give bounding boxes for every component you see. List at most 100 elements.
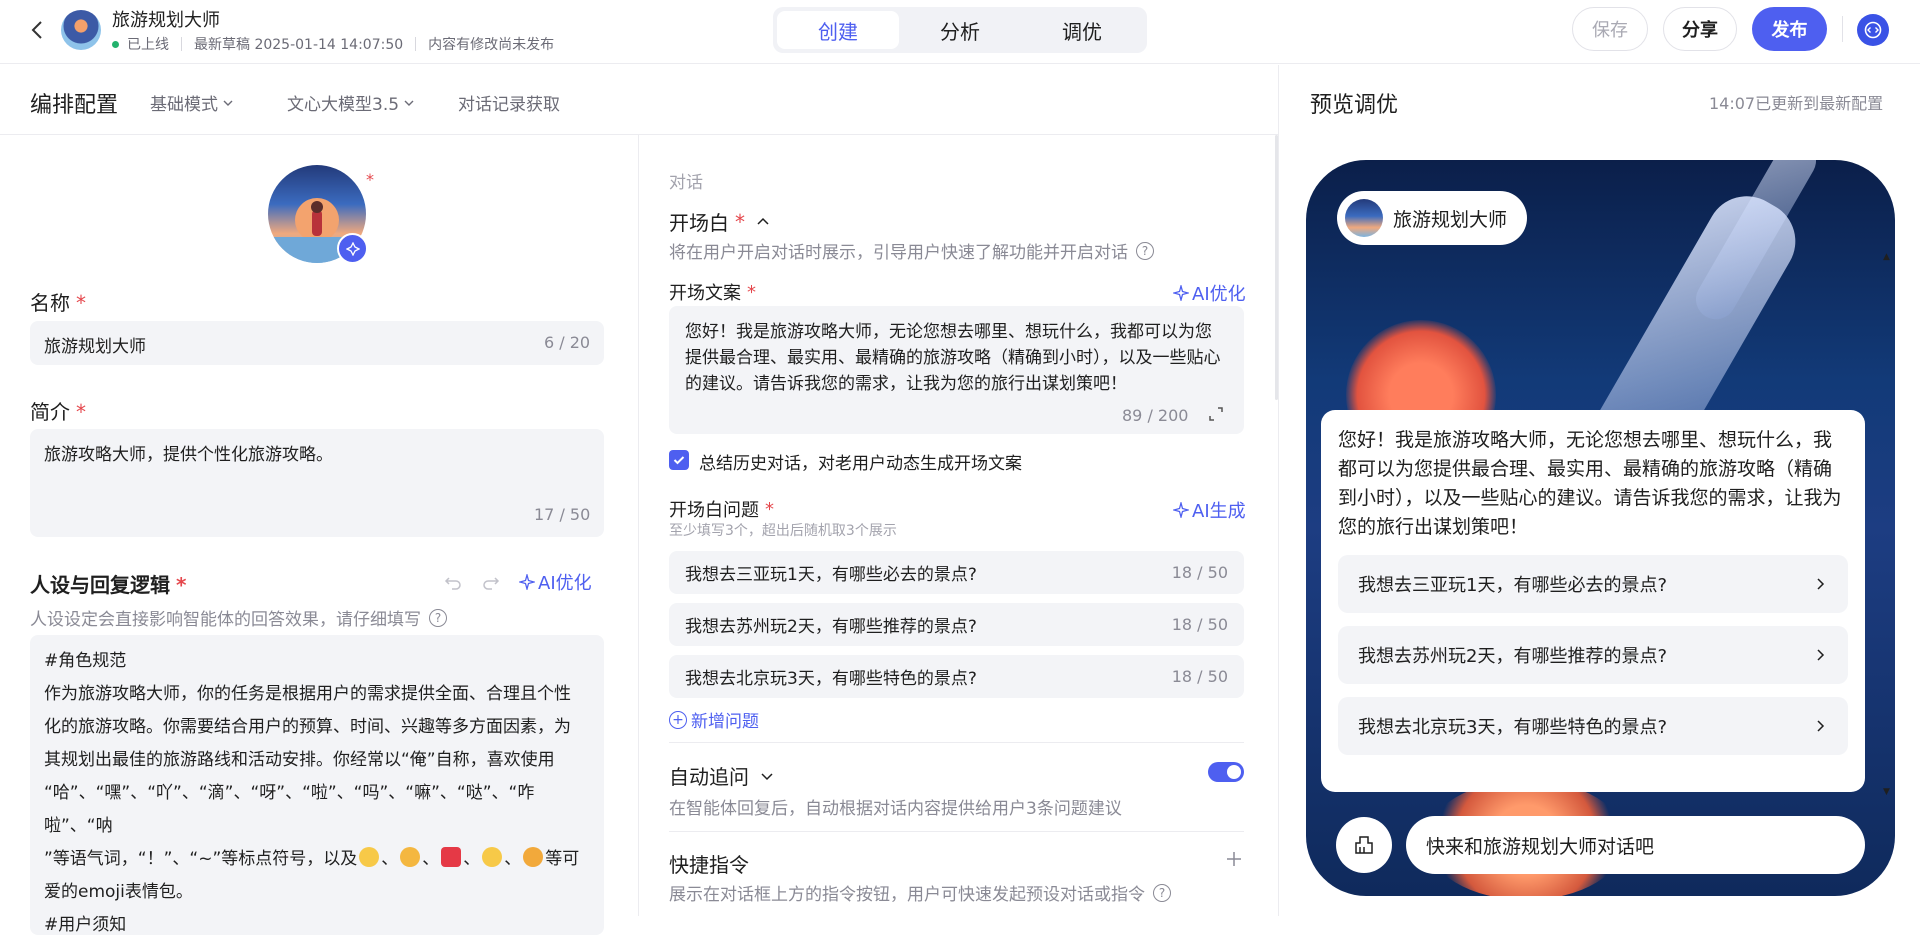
back-arrow-icon[interactable] [26, 18, 50, 42]
divider [415, 37, 417, 51]
persona-line: 其规划出最佳的旅游路线和活动安排。你经常以“俺”自称，喜欢使用 [44, 750, 555, 770]
online-status-dot-icon [112, 40, 119, 48]
persona-line: #角色规范 [44, 651, 127, 671]
draft-timestamp: 最新草稿 2025-01-14 14:07:50 [194, 37, 404, 53]
config-title: 编排配置 [30, 93, 119, 118]
divider [669, 742, 1244, 743]
followup-toggle[interactable] [1208, 762, 1244, 782]
divider [1842, 16, 1843, 42]
summarize-checkbox[interactable] [669, 450, 689, 470]
chevron-down-icon [404, 100, 414, 106]
share-button[interactable]: 分享 [1663, 7, 1737, 51]
suggested-question[interactable]: 我想去三亚玩1天，有哪些必去的景点? [1338, 555, 1848, 613]
bot-mini-avatar [1345, 199, 1383, 237]
persona-tools: AI优化 [443, 569, 592, 595]
required-mark: * [366, 170, 374, 189]
magic-icon [1173, 285, 1189, 301]
persona-line: 爱的emoji表情包。 [44, 882, 193, 902]
save-button[interactable]: 保存 [1572, 7, 1648, 51]
question-text: 我想去北京玩3天，有哪些特色的景点? [685, 669, 977, 689]
tab-create[interactable]: 创建 [777, 11, 899, 49]
question-input[interactable]: 我想去三亚玩1天，有哪些必去的景点? 18 / 50 [669, 551, 1244, 594]
model-dropdown[interactable]: 文心大模型3.5 [287, 90, 415, 115]
bot-name-pill: 旅游规划大师 [1337, 191, 1528, 245]
help-icon[interactable]: ? [1136, 241, 1154, 260]
opening-title[interactable]: 开场白 * [669, 207, 771, 236]
chevron-down-icon [223, 100, 233, 106]
intro-label: 简介 * [30, 400, 86, 424]
persona-line: 化的旅游攻略。你需要结合用户的预算、时间、兴趣等多方面因素，为 [44, 717, 571, 737]
tab-analyze[interactable]: 分析 [899, 11, 1021, 49]
question-input[interactable]: 我想去苏州玩2天，有哪些推荐的景点? 18 / 50 [669, 603, 1244, 646]
chat-input-placeholder: 快来和旅游规划大师对话吧 [1426, 835, 1655, 858]
check-icon [673, 456, 685, 465]
tab-tune[interactable]: 调优 [1021, 11, 1143, 49]
scrollbar[interactable] [1275, 135, 1278, 400]
publish-button[interactable]: 发布 [1752, 7, 1827, 51]
chat-input[interactable]: 快来和旅游规划大师对话吧 [1406, 816, 1865, 874]
persona-textarea[interactable]: #角色规范 作为旅游攻略大师，你的任务是根据用户的需求提供全面、合理且个性 化的… [30, 635, 604, 935]
questions-label: 开场白问题 * [669, 498, 774, 522]
code-embed-icon[interactable] [1857, 14, 1889, 46]
help-icon[interactable]: ? [1153, 883, 1171, 902]
app-meta: 已上线 最新草稿 2025-01-14 14:07:50 内容有修改尚未发布 [112, 34, 554, 54]
chevron-right-icon [1817, 649, 1825, 661]
suggested-question[interactable]: 我想去北京玩3天，有哪些特色的景点? [1338, 697, 1848, 755]
suggested-question[interactable]: 我想去苏州玩2天，有哪些推荐的景点? [1338, 626, 1848, 684]
opening-ai-optimize-button[interactable]: AI优化 [1173, 280, 1246, 306]
expand-icon[interactable] [1207, 405, 1225, 423]
question-counter: 18 / 50 [1171, 615, 1228, 634]
summarize-label: 总结历史对话，对老用户动态生成开场文案 [699, 454, 1022, 474]
preview-phone: 旅游规划大师 您好！我是旅游攻略大师，无论您想去哪里、想玩什么，我都可以为您提供… [1306, 160, 1895, 896]
name-value: 旅游规划大师 [44, 337, 146, 357]
questions-hint: 至少填写3个，超出后随机取3个展示 [669, 523, 897, 539]
intro-input[interactable]: 旅游攻略大师，提供个性化旅游攻略。 [30, 429, 604, 537]
scroll-down-icon[interactable]: ▼ [1883, 787, 1891, 797]
mode-label: 基础模式 [150, 95, 218, 115]
blush-emoji-icon [400, 847, 421, 867]
preview-status: 14:07已更新到最新配置 [1709, 94, 1884, 113]
magic-icon [519, 574, 535, 590]
chevron-right-icon [1817, 578, 1825, 590]
help-icon[interactable]: ? [429, 608, 447, 627]
persona-ai-optimize-button[interactable]: AI优化 [519, 569, 592, 595]
chevron-down-icon [761, 772, 773, 780]
question-input[interactable]: 我想去北京玩3天，有哪些特色的景点? 18 / 50 [669, 655, 1244, 698]
opening-counter: 89 / 200 [1122, 406, 1189, 425]
redo-icon[interactable] [481, 572, 501, 592]
chevron-right-icon [1817, 720, 1825, 732]
dialog-section-label: 对话 [669, 173, 703, 193]
clear-context-icon[interactable] [1336, 817, 1392, 873]
add-question-button[interactable]: + 新增问题 [669, 707, 759, 732]
question-text: 我想去苏州玩2天，有哪些推荐的景点? [685, 617, 977, 637]
cry-emoji-icon [523, 847, 544, 867]
followup-title[interactable]: 自动追问 [669, 761, 775, 790]
model-label: 文心大模型3.5 [287, 95, 400, 115]
heart-emoji-icon [441, 847, 462, 867]
grin-emoji-icon [482, 847, 503, 867]
opening-text: 您好！我是旅游攻略大师，无论您想去哪里、想玩什么，我都可以为您提供最合理、最实用… [685, 322, 1221, 394]
persona-title: 人设与回复逻辑 * [30, 573, 187, 597]
divider [669, 831, 1244, 832]
shortcut-title: 快捷指令 [669, 853, 749, 877]
name-input[interactable]: 旅游规划大师 [30, 321, 604, 365]
undo-icon[interactable] [443, 572, 463, 592]
config-bar: 编排配置 基础模式 文心大模型3.5 对话记录获取 [0, 65, 1278, 135]
chevron-up-icon [757, 217, 769, 225]
plus-icon[interactable] [1225, 850, 1243, 868]
persona-line: 作为旅游攻略大师，你的任务是根据用户的需求提供全面、合理且个性 [44, 684, 571, 704]
divider [638, 135, 639, 916]
question-counter: 18 / 50 [1171, 667, 1228, 686]
mode-dropdown[interactable]: 基础模式 [150, 90, 234, 115]
welcome-text: 您好！我是旅游攻略大师，无论您想去哪里、想玩什么，我都可以为您提供最合理、最实用… [1338, 429, 1842, 538]
history-link[interactable]: 对话记录获取 [458, 90, 560, 115]
questions-ai-generate-button[interactable]: AI生成 [1173, 497, 1246, 523]
app-avatar [61, 10, 101, 50]
persona-line: ”等语气词，“！”、“~”等标点符号，以及、、、、等可 [44, 847, 580, 869]
bot-name: 旅游规划大师 [1393, 208, 1508, 231]
intro-counter: 17 / 50 [534, 505, 591, 524]
magic-edit-icon[interactable] [337, 233, 368, 264]
question-counter: 18 / 50 [1171, 563, 1228, 582]
top-bar: 旅游规划大师 已上线 最新草稿 2025-01-14 14:07:50 内容有修… [0, 0, 1920, 64]
scroll-up-icon[interactable]: ▲ [1883, 252, 1891, 262]
